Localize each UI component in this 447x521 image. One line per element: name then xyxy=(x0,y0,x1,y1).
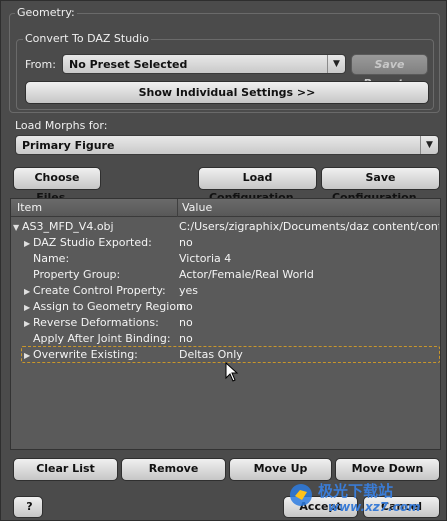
expand-right-icon[interactable]: ▶ xyxy=(24,316,33,332)
tree-row-value: no xyxy=(179,316,193,329)
save-preset-button[interactable]: Save Preset... xyxy=(351,54,428,90)
tree-row-name: AS3_MFD_V4.obj xyxy=(22,220,114,233)
column-header-value[interactable]: Value xyxy=(178,199,212,217)
tree-row-name: Assign to Geometry Region: xyxy=(33,300,187,313)
tree-row[interactable]: ▶ Create Control Property: yes xyxy=(11,283,440,299)
show-individual-settings-button[interactable]: Show Individual Settings >> xyxy=(25,81,429,104)
tree-header: Item Value xyxy=(11,199,440,217)
file-settings-tree[interactable]: Item Value ▼ AS3_MFD_V4.obj C:/Users/zigr… xyxy=(10,198,441,450)
expand-right-icon[interactable]: ▶ xyxy=(24,300,33,316)
remove-button[interactable]: Remove xyxy=(121,458,226,481)
tree-row-name: DAZ Studio Exported: xyxy=(33,236,152,249)
preset-dropdown[interactable]: No Preset Selected ▼ xyxy=(62,54,346,74)
tree-row-value: no xyxy=(179,332,193,345)
expand-right-icon[interactable]: ▶ xyxy=(24,236,33,252)
preset-dropdown-value: No Preset Selected xyxy=(69,58,188,71)
load-morphs-label: Load Morphs for: xyxy=(15,119,108,132)
tree-row-value: Victoria 4 xyxy=(179,252,232,265)
watermark-text-cn: 极光下载站 xyxy=(318,482,394,500)
tree-row[interactable]: Apply After Joint Binding: no xyxy=(11,331,440,347)
tree-row-selected[interactable]: ▶ Overwrite Existing: Deltas Only xyxy=(21,346,440,363)
choose-files-button[interactable]: Choose Files... xyxy=(13,167,101,204)
mouse-cursor-icon xyxy=(225,361,239,385)
tree-row[interactable]: ▶ Assign to Geometry Region: no xyxy=(11,299,440,315)
tree-row-name: Reverse Deformations: xyxy=(33,316,159,329)
column-header-item[interactable]: Item xyxy=(13,199,178,217)
tree-row[interactable]: ▼ AS3_MFD_V4.obj C:/Users/zigraphix/Docum… xyxy=(11,219,440,235)
watermark-logo: 极光下载站 www.xz7.com xyxy=(288,468,447,521)
save-configuration-button[interactable]: Save Configuration... xyxy=(321,167,440,204)
geometry-group-title: Geometry: xyxy=(15,6,77,19)
watermark-text-url: www.xz7.com xyxy=(328,500,421,514)
load-configuration-button[interactable]: Load Configuration... xyxy=(198,167,317,204)
clear-list-button[interactable]: Clear List xyxy=(13,458,118,481)
tree-row-value: no xyxy=(179,236,193,249)
load-morphs-dropdown[interactable]: Primary Figure ▼ xyxy=(15,135,439,155)
expand-right-icon[interactable]: ▶ xyxy=(24,284,33,300)
tree-row[interactable]: Name: Victoria 4 xyxy=(11,251,440,267)
tree-row-name: Create Control Property: xyxy=(33,284,166,297)
chevron-down-icon: ▼ xyxy=(420,136,438,154)
help-button[interactable]: ? xyxy=(13,496,43,518)
tree-row-value: no xyxy=(179,300,193,313)
tree-row-value: Actor/Female/Real World xyxy=(179,268,314,281)
tree-row[interactable]: ▶ DAZ Studio Exported: no xyxy=(11,235,440,251)
tree-row[interactable]: ▶ Reverse Deformations: no xyxy=(11,315,440,331)
expand-right-icon[interactable]: ▶ xyxy=(24,348,33,364)
chevron-down-icon: ▼ xyxy=(327,55,345,73)
expand-down-icon[interactable]: ▼ xyxy=(13,220,22,236)
tree-row-name: Property Group: xyxy=(33,268,121,281)
tree-row-name: Apply After Joint Binding: xyxy=(33,332,171,345)
tree-row-name: Overwrite Existing: xyxy=(33,348,138,361)
tree-row-value: yes xyxy=(179,284,199,297)
tree-row[interactable]: Property Group: Actor/Female/Real World xyxy=(11,267,440,283)
convert-group-title: Convert To DAZ Studio xyxy=(23,32,151,45)
tree-row-name: Name: xyxy=(33,252,70,265)
import-options-dialog: Geometry: Convert To DAZ Studio From: No… xyxy=(0,0,447,521)
tree-row-value: C:/Users/zigraphix/Documents/daz content… xyxy=(179,220,439,233)
watermark-logo-icon xyxy=(290,484,312,506)
from-label: From: xyxy=(25,58,56,71)
tree-row-value: Deltas Only xyxy=(179,348,243,361)
help-icon: ? xyxy=(26,500,33,513)
load-morphs-value: Primary Figure xyxy=(22,139,115,152)
